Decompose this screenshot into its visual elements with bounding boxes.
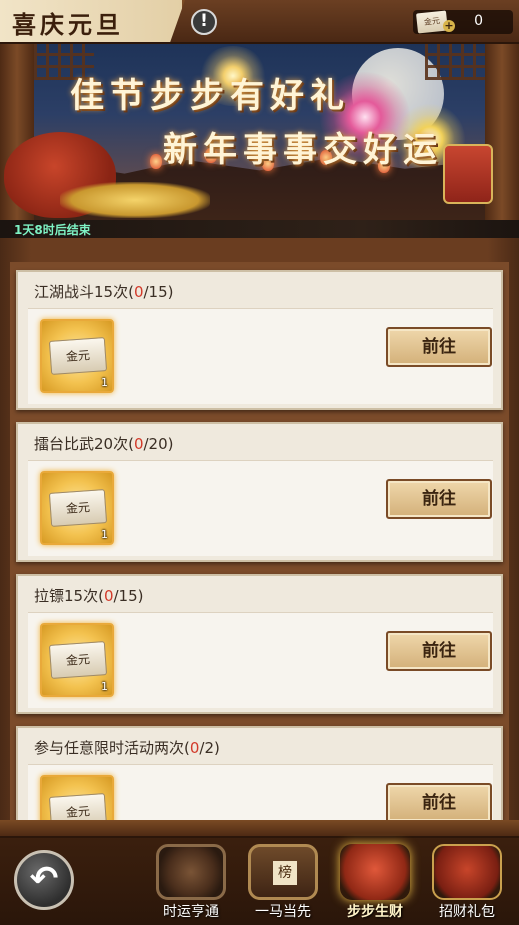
banner-slogan-1: 佳节步步有好礼 [70,76,350,116]
nav-label: 一马当先 [255,904,311,920]
top-header: 喜庆元旦 ! 金元 + 0 [0,0,519,44]
event-banner: 佳节步步有好礼 新年事事交好运 [0,44,519,220]
alert-icon[interactable]: ! [191,9,217,35]
money-bag-icon [340,844,410,900]
nav-item-step-wealth[interactable]: 步步生财 [332,844,418,924]
wheel-icon [156,844,226,900]
banner-slogan-2: 新年事事交好运 [163,130,443,170]
countdown-bar: 1天8时后结束 [0,220,519,238]
go-button[interactable]: 前往 [386,783,492,820]
go-button[interactable]: 前往 [386,631,492,671]
reward-item[interactable]: 金元 1 [40,775,114,820]
task-panel: 江湖战斗15次(0/15) 金元 1 前往 擂台比武20次(0/20) 金元 1… [0,238,519,820]
task-body: 金元 1 前往 [28,764,493,820]
go-button[interactable]: 前往 [386,479,492,519]
task-title: 江湖战斗15次(0/15) [34,283,174,301]
gold-yuan-icon: 金元 [48,793,108,820]
gold-ingots-illustration [60,182,210,218]
gift-box-illustration [443,144,493,204]
back-button[interactable]: ↶ [14,850,74,910]
nav-label: 时运亨通 [163,904,219,920]
currency-amount: 0 [474,13,483,29]
gold-yuan-icon: 金元 [48,641,108,679]
lantern-icon [150,154,162,169]
countdown-text: 1天8时后结束 [14,223,91,237]
currency-display: 金元 + 0 [413,10,513,34]
task-list[interactable]: 江湖战斗15次(0/15) 金元 1 前往 擂台比武20次(0/20) 金元 1… [10,262,509,820]
page-title: 喜庆元旦 [12,10,124,39]
nav-item-ranking[interactable]: 一马当先 [240,844,326,924]
gold-yuan-icon: 金元 [48,489,108,527]
nav-label: 招财礼包 [439,904,495,920]
reward-quantity: 1 [101,680,108,693]
nav-item-fortune-wheel[interactable]: 时运亨通 [148,844,234,924]
gift-box-icon [432,844,502,900]
reward-item[interactable]: 金元 1 [40,319,114,393]
task-title: 参与任意限时活动两次(0/2) [34,739,220,757]
add-currency-button[interactable]: + [443,20,455,32]
reward-item[interactable]: 金元 1 [40,623,114,697]
task-body: 金元 1 前往 [28,460,493,556]
task-card: 参与任意限时活动两次(0/2) 金元 1 前往 [16,726,503,820]
task-card: 拉镖15次(0/15) 金元 1 前往 [16,574,503,714]
task-card: 擂台比武20次(0/20) 金元 1 前往 [16,422,503,562]
bottom-trim [0,820,519,838]
task-body: 金元 1 前往 [28,308,493,404]
task-title: 拉镖15次(0/15) [34,587,144,605]
task-body: 金元 1 前往 [28,612,493,708]
reward-quantity: 1 [101,528,108,541]
go-button[interactable]: 前往 [386,327,492,367]
reward-quantity: 1 [101,376,108,389]
bottom-nav: ↶ 时运亨通 一马当先 步步生财 招财礼包 [0,820,519,925]
ranking-plaque-icon [248,844,318,900]
task-title: 擂台比武20次(0/20) [34,435,174,453]
nav-item-gift-pack[interactable]: 招财礼包 [424,844,510,924]
reward-item[interactable]: 金元 1 [40,471,114,545]
window-lattice [425,44,485,80]
gold-yuan-icon: 金元 [48,337,108,375]
task-card: 江湖战斗15次(0/15) 金元 1 前往 [16,270,503,410]
nav-label: 步步生财 [347,904,403,920]
